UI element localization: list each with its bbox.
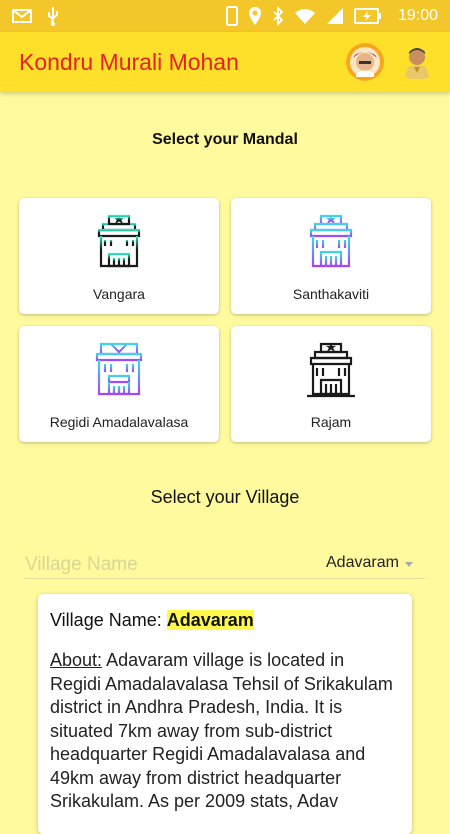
mandal-card-rajam[interactable]: Rajam: [231, 326, 431, 442]
status-time: 19:00: [397, 7, 438, 24]
village-about: About: Adavaram village is located in Re…: [50, 649, 400, 814]
about-text: Adavaram village is located in Regidi Am…: [50, 650, 393, 811]
village-dropdown[interactable]: Adavaram: [326, 551, 413, 575]
mandal-card-label: Vangara: [93, 286, 145, 302]
building-icon: [95, 214, 143, 270]
village-name-line: Village Name: Adavaram: [50, 610, 400, 631]
building-icon: [307, 214, 355, 270]
mandal-card-regidi-amadalavalasa[interactable]: Regidi Amadalavalasa: [19, 326, 219, 442]
mandal-card-label: Regidi Amadalavalasa: [49, 414, 189, 430]
about-label: About:: [50, 650, 103, 670]
app-title: Kondru Murali Mohan: [19, 48, 239, 75]
usb-icon: [46, 6, 60, 26]
phone-icon: [225, 6, 238, 26]
building-icon: [95, 342, 143, 398]
mandal-card-santhakaviti[interactable]: Santhakaviti: [231, 198, 431, 314]
location-icon: [248, 6, 262, 26]
mandal-card-label: Santhakaviti: [292, 286, 370, 302]
building-icon: [307, 342, 355, 398]
status-bar: 19:00: [0, 0, 450, 32]
mandal-card-vangara[interactable]: Vangara: [19, 198, 219, 314]
leader-portrait-avatar: [398, 43, 436, 81]
mandal-card-label: Rajam: [310, 414, 352, 430]
dropdown-caret-icon: [404, 562, 413, 567]
app-bar: Kondru Murali Mohan: [0, 32, 450, 92]
village-section-heading: Select your Village: [150, 487, 300, 507]
village-info-card: Village Name: Adavaram About: Adavaram v…: [38, 594, 412, 834]
village-name-value: Adavaram: [166, 610, 254, 630]
gmail-notification-icon: [12, 8, 32, 24]
village-dropdown-value: Adavaram: [326, 554, 399, 571]
bluetooth-icon: [272, 6, 284, 26]
signal-icon: [326, 7, 344, 25]
battery-charging-icon: [353, 8, 382, 24]
village-name-input[interactable]: [25, 549, 275, 581]
wifi-icon: [294, 7, 316, 25]
mandal-section-heading: Select your Mandal: [152, 131, 298, 148]
party-leader-avatar: [346, 43, 384, 81]
village-name-label: Village Name:: [50, 610, 162, 630]
input-underline: [25, 578, 425, 579]
